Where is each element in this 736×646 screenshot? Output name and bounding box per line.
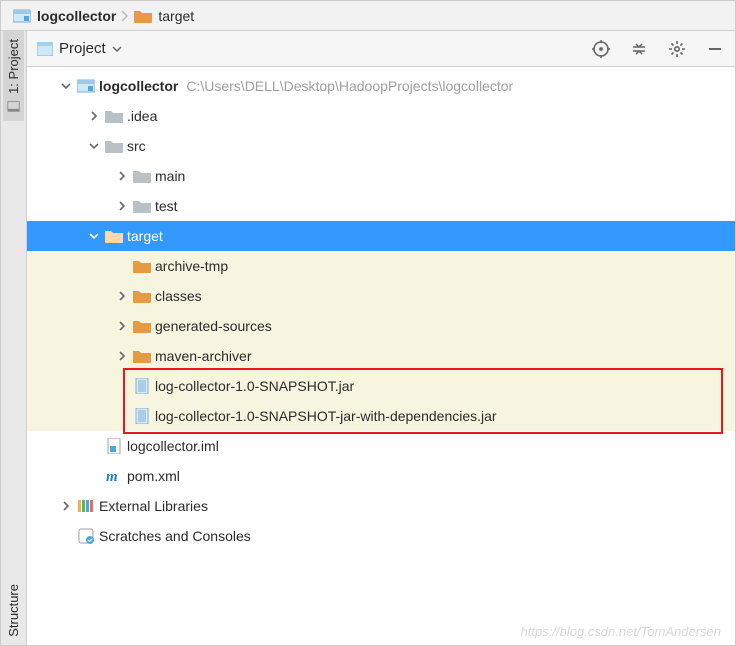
tool-window-header: Project bbox=[27, 31, 735, 67]
library-icon bbox=[77, 499, 95, 513]
tree-item[interactable]: Scratches and Consoles bbox=[27, 521, 735, 551]
chevron-right-icon[interactable] bbox=[115, 199, 129, 213]
breadcrumb-label: target bbox=[158, 8, 194, 24]
chevron-right-icon[interactable] bbox=[87, 109, 101, 123]
iml-icon bbox=[105, 439, 123, 453]
maven-icon: m bbox=[105, 469, 123, 483]
collapse-all-icon[interactable] bbox=[629, 39, 649, 59]
tree-item-label: External Libraries bbox=[99, 498, 208, 514]
chevron-down-icon[interactable] bbox=[59, 79, 73, 93]
window-icon bbox=[7, 100, 20, 113]
gear-icon[interactable] bbox=[667, 39, 687, 59]
tree-item-label: target bbox=[127, 228, 163, 244]
tree-item[interactable]: archive-tmp bbox=[27, 251, 735, 281]
tree-item[interactable]: src bbox=[27, 131, 735, 161]
folder-orange-icon bbox=[133, 319, 151, 333]
minimize-icon[interactable] bbox=[705, 39, 725, 59]
tree-item[interactable]: .idea bbox=[27, 101, 735, 131]
module-icon bbox=[13, 9, 31, 23]
toolbar-actions bbox=[591, 39, 725, 59]
tree-item[interactable]: External Libraries bbox=[27, 491, 735, 521]
tree-item-label: log-collector-1.0-SNAPSHOT.jar bbox=[155, 378, 354, 394]
tree-item-label: classes bbox=[155, 288, 202, 304]
tree-item-label: generated-sources bbox=[155, 318, 272, 334]
chevron-right-icon bbox=[120, 10, 130, 22]
module-icon bbox=[37, 42, 53, 56]
scratch-icon bbox=[77, 529, 95, 543]
tree-item[interactable]: target bbox=[27, 221, 735, 251]
project-tree[interactable]: logcollector C:\Users\DELL\Desktop\Hadoop… bbox=[27, 67, 735, 561]
chevron-right-icon[interactable] bbox=[115, 319, 129, 333]
tree-item-label: logcollector.iml bbox=[127, 438, 219, 454]
view-label: Project bbox=[59, 40, 106, 57]
tree-item-label: Scratches and Consoles bbox=[99, 528, 251, 544]
folder-icon bbox=[134, 9, 152, 23]
tree-item[interactable]: logcollector.iml bbox=[27, 431, 735, 461]
chevron-right-icon[interactable] bbox=[115, 169, 129, 183]
folder-grey-icon bbox=[105, 109, 123, 123]
breadcrumb[interactable]: logcollector target bbox=[1, 1, 735, 31]
tree-item[interactable]: test bbox=[27, 191, 735, 221]
tree-item-label: src bbox=[127, 138, 146, 154]
folder-orange-icon bbox=[105, 229, 123, 243]
folder-orange-icon bbox=[133, 289, 151, 303]
tab-label: Structure bbox=[6, 584, 21, 637]
chevron-right-icon[interactable] bbox=[115, 289, 129, 303]
tree-item-label: archive-tmp bbox=[155, 258, 228, 274]
module-icon bbox=[77, 79, 95, 93]
tree-item-path: C:\Users\DELL\Desktop\HadoopProjects\log… bbox=[186, 78, 513, 94]
chevron-right-icon[interactable] bbox=[115, 349, 129, 363]
tree-item-label: pom.xml bbox=[127, 468, 180, 484]
tree-item[interactable]: log-collector-1.0-SNAPSHOT.jar bbox=[27, 371, 735, 401]
chevron-down-icon[interactable] bbox=[87, 139, 101, 153]
chevron-down-icon[interactable] bbox=[87, 229, 101, 243]
tab-label: 1: Project bbox=[6, 39, 21, 94]
project-tool-window: Project logcollector C:\Users\DELL\Deskto… bbox=[27, 31, 735, 645]
folder-grey-icon bbox=[133, 169, 151, 183]
tree-item[interactable]: logcollector C:\Users\DELL\Desktop\Hadoop… bbox=[27, 71, 735, 101]
jar-icon bbox=[133, 379, 151, 393]
breadcrumb-item-root[interactable]: logcollector bbox=[9, 8, 120, 24]
tree-item[interactable]: m pom.xml bbox=[27, 461, 735, 491]
tree-item-label: .idea bbox=[127, 108, 157, 124]
tree-item-label: logcollector bbox=[99, 78, 178, 94]
folder-orange-icon bbox=[133, 259, 151, 273]
chevron-right-icon[interactable] bbox=[59, 499, 73, 513]
tree-item[interactable]: classes bbox=[27, 281, 735, 311]
folder-orange-icon bbox=[133, 349, 151, 363]
tree-item[interactable]: main bbox=[27, 161, 735, 191]
tab-structure[interactable]: Structure bbox=[3, 576, 24, 645]
breadcrumb-item-target[interactable]: target bbox=[130, 8, 198, 24]
tool-window-stripe: 1: Project Structure bbox=[1, 31, 27, 645]
folder-grey-icon bbox=[105, 139, 123, 153]
tree-item-label: maven-archiver bbox=[155, 348, 251, 364]
breadcrumb-label: logcollector bbox=[37, 8, 116, 24]
tab-project[interactable]: 1: Project bbox=[3, 31, 24, 121]
tree-item-label: main bbox=[155, 168, 185, 184]
tree-item-label: log-collector-1.0-SNAPSHOT-jar-with-depe… bbox=[155, 408, 497, 424]
chevron-down-icon bbox=[112, 46, 122, 52]
jar-icon bbox=[133, 409, 151, 423]
locate-icon[interactable] bbox=[591, 39, 611, 59]
folder-grey-icon bbox=[133, 199, 151, 213]
tree-item-label: test bbox=[155, 198, 178, 214]
tree-item[interactable]: generated-sources bbox=[27, 311, 735, 341]
svg-text:m: m bbox=[106, 469, 118, 484]
tree-item[interactable]: maven-archiver bbox=[27, 341, 735, 371]
tree-item[interactable]: log-collector-1.0-SNAPSHOT-jar-with-depe… bbox=[27, 401, 735, 431]
view-selector[interactable]: Project bbox=[37, 40, 122, 57]
